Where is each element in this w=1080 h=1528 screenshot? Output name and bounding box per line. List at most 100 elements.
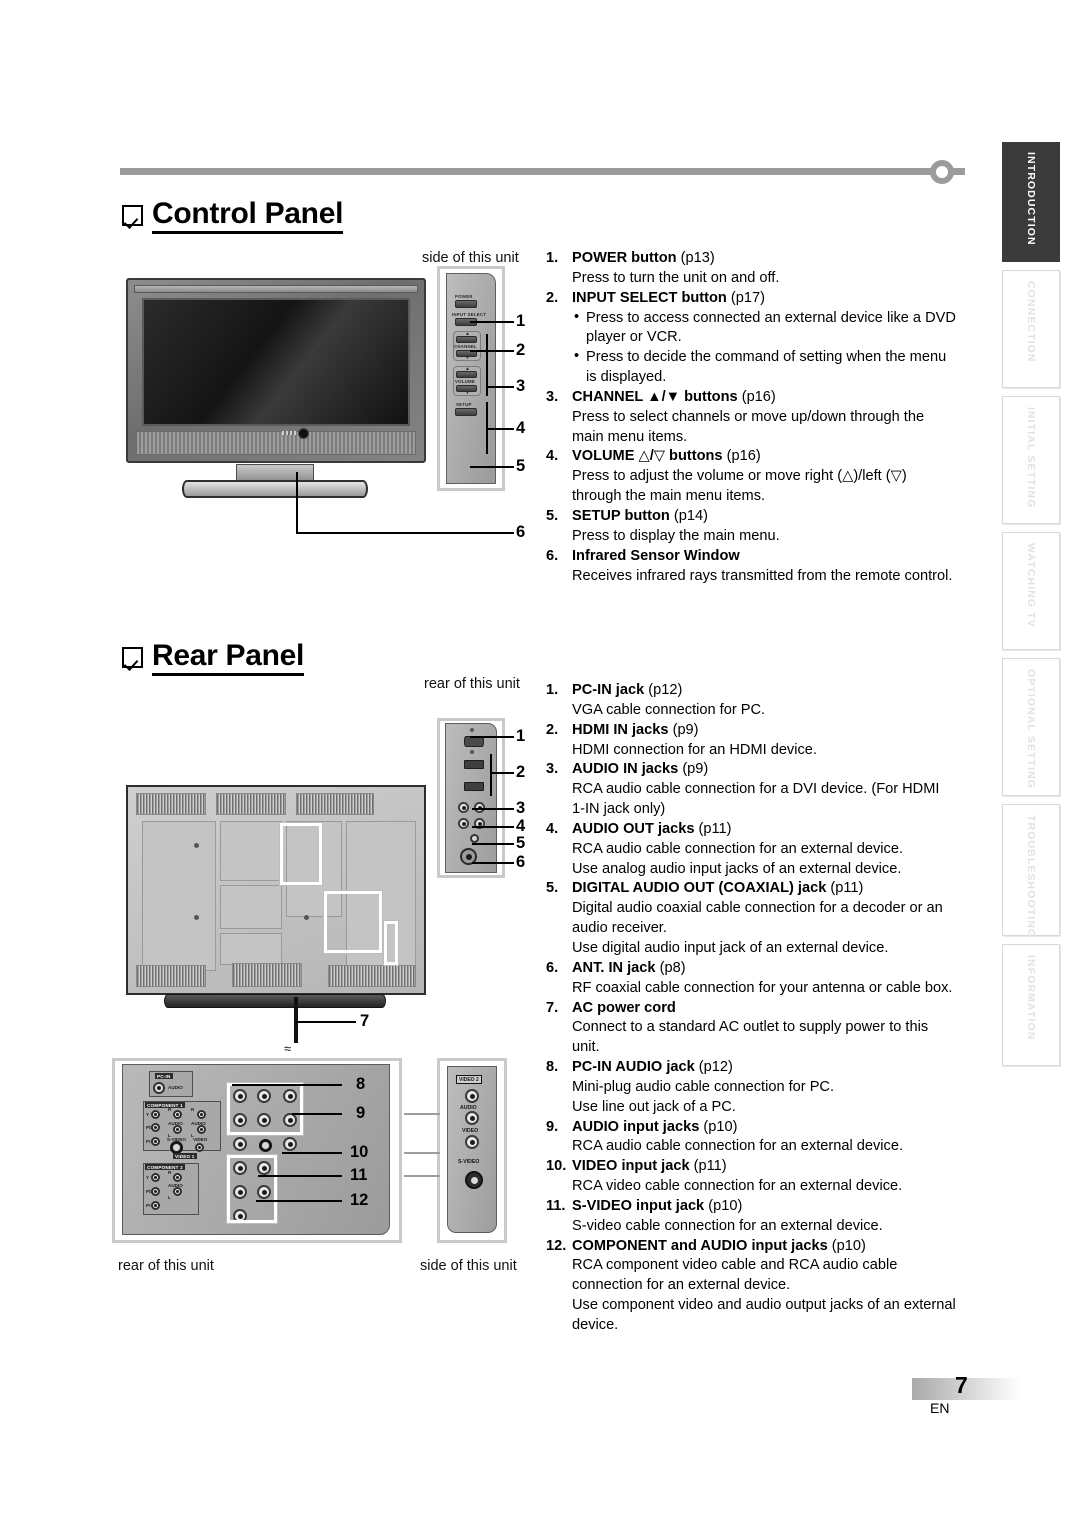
tab-introduction[interactable]: INTRODUCTION	[1002, 142, 1060, 262]
spec-number: 2.	[546, 289, 559, 306]
spec-item: 8. PC-IN AUDIO jack (p12) Mini-plug audi…	[546, 1058, 956, 1118]
side-audio-l-jack[interactable]	[465, 1111, 479, 1125]
side-svideo-jack[interactable]	[465, 1171, 483, 1189]
component-2-pb-jack[interactable]	[151, 1187, 160, 1196]
component-1-audio-r-jack[interactable]	[173, 1110, 182, 1119]
digital-audio-out-coaxial-jack[interactable]	[470, 834, 479, 843]
spec-number: 2.	[546, 721, 559, 738]
tab-information[interactable]: INFORMATION	[1002, 944, 1060, 1066]
spec-number: 5.	[546, 507, 559, 524]
spec-title: AC power cord	[572, 999, 676, 1016]
spec-description: RCA component video cable and RCA audio …	[572, 1257, 898, 1294]
channel-up-button[interactable]	[456, 336, 477, 343]
tab-label: WATCHING TV	[1025, 543, 1037, 628]
input-select-button-label: INPUT SELECT	[452, 312, 487, 317]
spec-title: DIGITAL AUDIO OUT (COAXIAL) jack	[572, 880, 827, 897]
side-video-jack[interactable]	[465, 1135, 479, 1149]
rear-cover-panel	[142, 821, 216, 971]
control-panel-detail-illustration: POWER INPUT SELECT ▲ CHANNEL ▼ ▲ VOLUME …	[437, 266, 505, 491]
spec-item: 2. INPUT SELECT button (p17) Press to ac…	[546, 289, 956, 388]
audio-in-left-jack[interactable]	[458, 802, 469, 813]
spec-page-ref: (p16)	[741, 388, 776, 405]
vent-grille	[232, 963, 302, 987]
component-2-y-jack[interactable]	[151, 1173, 160, 1182]
side-leader-svideo	[404, 1175, 440, 1177]
video-1-audio-r-jack[interactable]	[197, 1110, 206, 1119]
callout-number-r2: 2	[516, 763, 526, 781]
component-2-audio-l-label: L	[168, 1195, 171, 1200]
callout-leader-r3	[472, 808, 514, 810]
video-1-audio-l-jack[interactable]	[197, 1125, 206, 1134]
callout-number-r1: 1	[516, 727, 526, 745]
spec-page-ref: (p11)	[693, 1158, 727, 1175]
power-button[interactable]	[455, 300, 477, 308]
spec-description: RCA audio cable connection for an extern…	[572, 1138, 903, 1155]
callout-bracket-r2	[490, 754, 492, 796]
component-2-audio-l-jack[interactable]	[173, 1187, 182, 1196]
component-2-audio-r-label: R	[168, 1170, 172, 1175]
side-jack-panel-illustration: VIDEO 2 AUDIO VIDEO S-VIDEO	[437, 1058, 507, 1243]
channel-down-arrow-icon: ▼	[465, 355, 470, 361]
caption-side-of-unit-bottom: side of this unit	[420, 1258, 517, 1274]
spec-title: HDMI IN jacks	[572, 721, 669, 738]
component-1-pb-jack[interactable]	[151, 1123, 160, 1132]
setup-button[interactable]	[455, 408, 477, 416]
callout-number-2: 2	[516, 341, 526, 359]
spec-description: Digital audio coaxial cable connection f…	[572, 900, 943, 937]
spec-bullet: Press to access connected an external de…	[572, 308, 956, 349]
video-input-jack[interactable]	[283, 1137, 297, 1151]
spec-item: 7. AC power cord Connect to a standard A…	[546, 999, 956, 1059]
tab-watching-tv[interactable]: WATCHING TV	[1002, 532, 1060, 650]
s-video-input-jack[interactable]	[259, 1139, 272, 1152]
component-1-audio-l-jack[interactable]	[173, 1125, 182, 1134]
spec-description: VGA cable connection for PC.	[572, 701, 766, 718]
spec-title: AUDIO IN jacks	[572, 761, 679, 778]
tv-rear-illustration: ≈	[126, 785, 426, 1056]
callout-leader-r8	[232, 1084, 342, 1086]
component-1-pr-jack[interactable]	[151, 1137, 160, 1146]
spec-title: CHANNEL ▲/▼ buttons	[572, 388, 738, 405]
component-2-audio-r-jack[interactable]	[173, 1173, 182, 1182]
tab-initial-setting[interactable]: INITIAL SETTING	[1002, 396, 1060, 524]
component-1-label: COMPONENT 1	[145, 1102, 185, 1108]
callout-leader-r11	[258, 1175, 342, 1177]
tab-connection[interactable]: CONNECTION	[1002, 270, 1060, 388]
spec-page-ref: (p10)	[708, 1197, 743, 1214]
spec-number: 12.	[546, 1237, 567, 1254]
audio-out-left-jack[interactable]	[458, 818, 469, 829]
spec-title: Infrared Sensor Window	[572, 547, 740, 564]
spec-number: 11.	[546, 1197, 566, 1214]
callout-leader-r7	[296, 1021, 356, 1023]
video-1-label: VIDEO 1	[173, 1153, 197, 1159]
tab-optional-setting[interactable]: OPTIONAL SETTING	[1002, 658, 1060, 796]
spec-description: Receives infrared rays transmitted from …	[572, 567, 953, 584]
callout-leader-r6	[472, 862, 514, 864]
tab-label: INFORMATION	[1025, 955, 1037, 1041]
component-2-pr-jack[interactable]	[151, 1201, 160, 1210]
spec-number: 6.	[546, 959, 559, 976]
callout-leader-3	[486, 386, 514, 388]
spec-page-ref: (p8)	[659, 959, 686, 976]
spec-title: VOLUME △/▽ buttons	[572, 448, 723, 465]
rear-cover-panel	[220, 933, 282, 965]
side-audio-r-jack[interactable]	[465, 1089, 479, 1103]
spec-page-ref: (p17)	[730, 289, 765, 306]
video-1-video-jack[interactable]	[195, 1143, 204, 1152]
spec-title: INPUT SELECT button	[572, 289, 727, 306]
setup-button-label: SETUP	[456, 402, 472, 407]
hdmi-in-2-jack[interactable]	[464, 782, 484, 791]
tab-troubleshooting[interactable]: TROUBLESHOOTING	[1002, 804, 1060, 938]
pc-in-audio-jack[interactable]	[153, 1082, 165, 1094]
spec-number: 4.	[546, 820, 559, 837]
callout-number-r6: 6	[516, 853, 526, 871]
hdmi-in-1-jack[interactable]	[464, 760, 484, 769]
checkbox-icon	[122, 647, 143, 669]
component-jack-g[interactable]	[233, 1137, 247, 1151]
volume-up-button[interactable]	[456, 371, 477, 378]
side-svideo-label: S-VIDEO	[458, 1159, 480, 1165]
component-1-y-jack[interactable]	[151, 1110, 160, 1119]
spec-description: HDMI connection for an HDMI device.	[572, 741, 817, 758]
spec-description: S-video cable connection for an external…	[572, 1217, 883, 1234]
manual-page: Control Panel side of this unit POWER IN…	[0, 0, 1080, 1528]
tv-front-body	[126, 278, 426, 463]
